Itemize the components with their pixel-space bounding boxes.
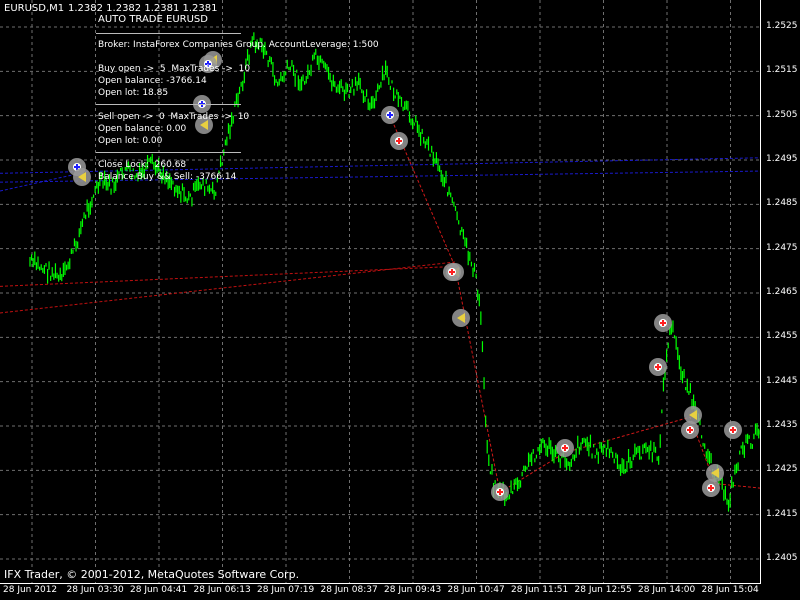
price-label: 1.2475 [766, 242, 798, 253]
time-label: 28 Jun 11:51 [511, 585, 569, 595]
ohlc-values: 1.2382 1.2382 1.2381 1.2381 [68, 3, 218, 14]
price-label: 1.2445 [766, 375, 798, 386]
separator [96, 33, 241, 34]
price-label: 1.2425 [766, 464, 798, 475]
time-label: 28 Jun 09:43 [384, 585, 442, 595]
price-label: 1.2455 [766, 331, 798, 342]
time-label: 28 Jun 14:00 [638, 585, 696, 595]
buy-open: Buy open -> 5 MaxTrades -> 10 [98, 64, 251, 74]
time-label: 28 Jun 15:04 [701, 585, 759, 595]
time-label: 28 Jun 08:37 [320, 585, 378, 595]
time-label: 28 Jun 10:47 [447, 585, 505, 595]
separator [96, 104, 241, 105]
close-lock: Close Lock: 260.68 [98, 160, 187, 170]
copyright-text: IFX Trader, © 2001-2012, MetaQuotes Soft… [4, 568, 300, 581]
price-label: 1.2485 [766, 198, 798, 209]
ea-title: AUTO TRADE EURUSD [98, 14, 208, 25]
price-label: 1.2505 [766, 109, 798, 120]
sell-open-lot: Open lot: 0.00 [98, 136, 163, 146]
chart-header: EURUSD,M1 [4, 3, 65, 14]
price-label: 1.2515 [766, 65, 798, 76]
buy-open-lot: Open lot: 18.85 [98, 88, 169, 98]
chart-window[interactable]: { "header":{"symbol":"EURUSD,M1","ohlc":… [0, 0, 800, 600]
price-label: 1.2495 [766, 154, 798, 164]
time-label: 28 Jun 07:19 [257, 585, 315, 595]
broker-info: Broker: InstaForex Companies Group. Acco… [98, 40, 379, 50]
time-axis-line [0, 583, 761, 584]
time-label: 28 Jun 03:30 [66, 585, 124, 595]
price-label: 1.2405 [766, 553, 798, 563]
price-label: 1.2415 [766, 508, 798, 519]
sell-open-balance: Open balance: 0.00 [98, 124, 187, 134]
sell-open: Sell open -> 0 MaxTrades -> 10 [98, 112, 250, 122]
time-label: 28 Jun 06:13 [193, 585, 251, 595]
time-label: 28 Jun 04:41 [130, 585, 188, 595]
price-label: 1.2525 [766, 21, 798, 31]
time-label: 28 Jun 2012 [3, 585, 58, 595]
price-axis-line [760, 0, 761, 583]
time-label: 28 Jun 12:55 [574, 585, 632, 595]
balance-buy-sell: Balance Buy && Sell: -3766.14 [98, 172, 237, 182]
price-label: 1.2435 [766, 420, 798, 430]
price-label: 1.2465 [766, 287, 798, 297]
separator [96, 152, 241, 153]
buy-open-balance: Open balance: -3766.14 [98, 76, 207, 86]
